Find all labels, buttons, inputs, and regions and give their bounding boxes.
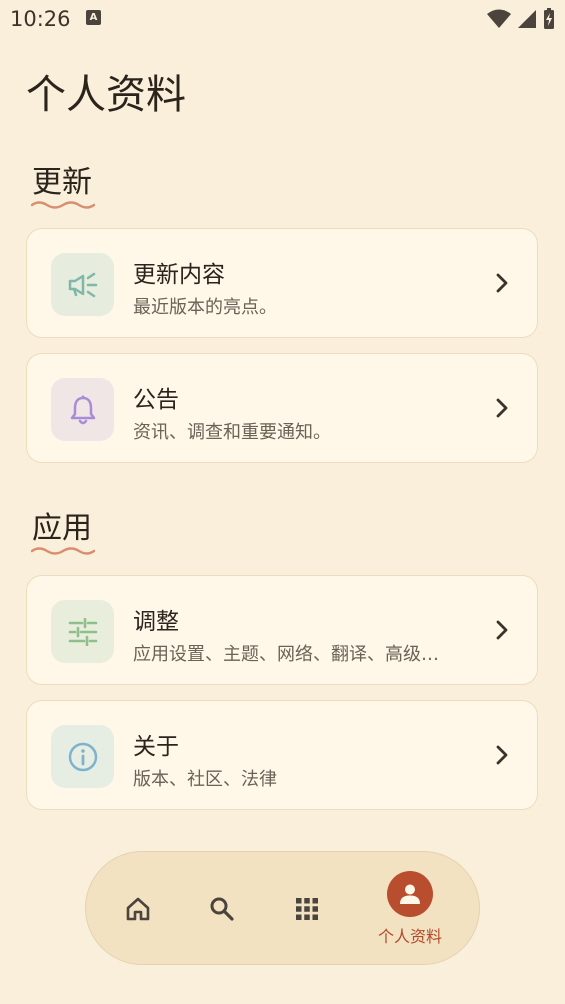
search-icon	[210, 897, 234, 921]
signal-icon	[518, 10, 536, 28]
notification-icon: A	[86, 10, 101, 25]
nav-profile-indicator	[387, 871, 433, 917]
card-icon-box	[51, 600, 114, 663]
squiggle-divider	[31, 201, 95, 209]
card-title: 关于	[133, 734, 179, 760]
card-whats-new[interactable]: 更新内容 最近版本的亮点。	[26, 228, 538, 338]
chevron-right-icon	[496, 745, 508, 765]
nav-home-button[interactable]	[116, 852, 160, 966]
person-icon	[400, 884, 420, 904]
card-tweaks[interactable]: 调整 应用设置、主题、网络、翻译、高级…	[26, 575, 538, 685]
sliders-icon	[68, 617, 97, 646]
chevron-right-icon	[496, 273, 508, 293]
card-icon-box	[51, 378, 114, 441]
wifi-icon	[487, 9, 511, 28]
card-subtitle: 资讯、调查和重要通知。	[133, 422, 331, 443]
chevron-right-icon	[496, 620, 508, 640]
nav-profile-button[interactable]: 个人资料	[358, 852, 462, 966]
nav-profile-label: 个人资料	[377, 927, 442, 946]
bell-icon	[70, 395, 95, 424]
card-subtitle: 版本、社区、法律	[133, 769, 277, 790]
status-bar: 10:26 A	[0, 0, 565, 38]
status-time: 10:26	[10, 7, 71, 31]
card-title: 公告	[133, 387, 179, 413]
home-icon	[126, 897, 150, 921]
card-announcements[interactable]: 公告 资讯、调查和重要通知。	[26, 353, 538, 463]
card-about[interactable]: 关于 版本、社区、法律	[26, 700, 538, 810]
bottom-navigation: 个人资料	[85, 851, 480, 965]
card-title: 调整	[133, 609, 179, 635]
info-icon	[68, 742, 97, 771]
card-subtitle: 最近版本的亮点。	[133, 297, 277, 318]
card-subtitle: 应用设置、主题、网络、翻译、高级…	[133, 644, 439, 665]
card-icon-box	[51, 725, 114, 788]
battery-icon	[544, 8, 554, 29]
megaphone-icon	[68, 272, 97, 297]
nav-search-button[interactable]	[200, 852, 244, 966]
status-icons	[487, 8, 555, 30]
section-title-updates: 更新	[32, 165, 92, 200]
card-icon-box	[51, 253, 114, 316]
card-title: 更新内容	[133, 262, 225, 288]
chevron-right-icon	[496, 398, 508, 418]
squiggle-divider	[31, 547, 95, 555]
nav-apps-button[interactable]	[285, 852, 329, 966]
page-title: 个人资料	[26, 72, 186, 118]
section-title-app: 应用	[32, 511, 92, 546]
grid-icon	[296, 898, 318, 920]
